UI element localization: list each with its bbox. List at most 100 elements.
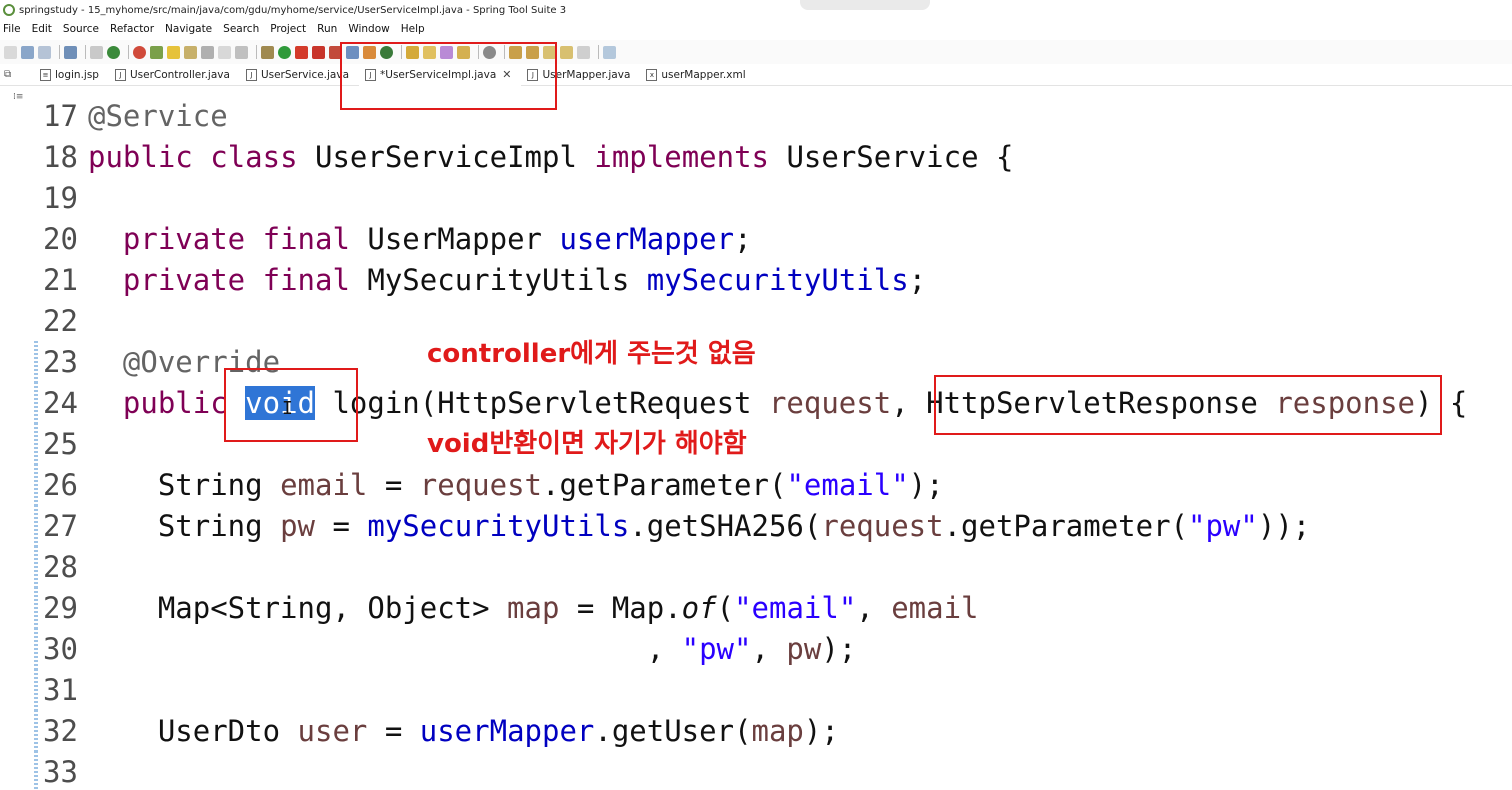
ant-icon[interactable] [235,45,248,59]
string-token: "pw" [1188,508,1258,543]
field-token: mySecurityUtils [646,262,909,297]
method-token: login(HttpServletRequest [332,385,752,420]
code-line: 31 [34,668,1512,714]
keyword-token: private [122,262,246,297]
tab-login-jsp[interactable]: ≡ login.jsp [34,64,109,86]
line-number: 23 [34,340,88,386]
variable-token: user [297,713,368,748]
code-line: 21 private final MySecurityUtils mySecur… [34,259,1512,300]
line-number: 32 [34,709,88,755]
window-title: springstudy - 15_myhome/src/main/java/co… [19,4,567,16]
line-number: 31 [34,668,88,714]
line-number: 17 [43,98,78,133]
toggle-mark-icon[interactable] [184,45,197,59]
line-number: 22 [43,303,78,338]
editor-tab-bar: ⧉ ≡ login.jsp J UserController.java J Us… [0,63,1512,86]
code-line: 19 [34,177,1512,218]
new-icon[interactable] [4,45,17,59]
line-number: 33 [34,750,88,790]
menu-project[interactable]: Project [270,23,306,35]
keyword-token: class [210,139,298,174]
code-line: 30 , "pw", pw); [34,627,1512,673]
menu-help[interactable]: Help [401,23,425,35]
tab-usercontroller-java[interactable]: J UserController.java [109,64,240,86]
line-number: 26 [34,463,88,509]
run-icon[interactable] [278,45,291,59]
line-number: 19 [43,180,78,215]
type-token: UserDto [157,713,281,748]
external-tools-icon[interactable] [295,45,308,59]
menu-search[interactable]: Search [223,23,259,35]
static-method-token: of [681,590,717,625]
variable-token: map [751,713,804,748]
debug-icon[interactable] [261,45,274,59]
code-line: 32 UserDto user = userMapper .getUser(map… [34,709,1512,755]
code-line: 26 String email = request .getParameter("… [34,463,1512,509]
edit-icon[interactable] [167,45,180,59]
block-selection-icon[interactable] [201,45,214,59]
open-type-icon[interactable] [150,45,163,59]
text-cursor-icon: I [282,398,293,419]
left-trim: ⁞≡ [0,86,34,790]
keyword-token: public [88,139,193,174]
refresh-icon[interactable] [133,45,146,59]
line-number: 29 [34,586,88,632]
type-token: UserMapper [367,221,542,256]
server-icon[interactable] [312,45,325,59]
line-number: 20 [43,221,78,256]
code-line: 29 Map<String, Object> map = Map. of("ema… [34,586,1512,632]
back-icon[interactable] [560,45,573,59]
variable-token: pw [280,508,315,543]
tab-label: UserController.java [129,68,230,81]
type-token: Map<String, Object> [157,590,490,625]
string-token: "email" [786,467,909,502]
tab-label: UserService.java [260,68,350,81]
type-token: String [157,508,263,543]
menu-source[interactable]: Source [63,23,99,35]
keyword-token: implements [594,139,769,174]
code-line: 18 public class UserServiceImpl implemen… [34,136,1512,177]
outline-icon[interactable]: ⁞≡ [13,92,23,102]
menu-window[interactable]: Window [348,23,389,35]
title-bar: springstudy - 15_myhome/src/main/java/co… [0,0,1512,20]
keyword-token: final [262,221,350,256]
menu-file[interactable]: File [3,23,21,35]
save-all-icon[interactable] [38,45,51,59]
code-line: 20 private final UserMapper userMapper; [34,218,1512,259]
minimize-icon[interactable]: ⧉ [4,69,11,80]
jsp-file-icon: ≡ [40,68,51,81]
menu-bar: File Edit Source Refactor Navigate Searc… [0,20,1512,38]
method-token: .getSHA256( [629,508,822,543]
perspective-icon[interactable] [603,45,616,59]
keyword-token: private [122,221,246,256]
java-file-icon: J [114,68,126,81]
tab-usermapper-xml[interactable]: x userMapper.xml [640,64,755,86]
menu-navigate[interactable]: Navigate [165,23,212,35]
menu-run[interactable]: Run [317,23,337,35]
field-token: mySecurityUtils [367,508,630,543]
spring-boot-icon[interactable] [107,45,120,59]
forward-icon[interactable] [577,45,590,59]
code-line: 28 [34,545,1512,591]
line-number: 28 [34,545,88,591]
type-token: MySecurityUtils [367,262,630,297]
method-token: .getUser( [594,713,752,748]
interface-token: UserService { [786,139,1014,174]
variable-token: pw [786,631,822,666]
menu-refactor[interactable]: Refactor [110,23,154,35]
menu-edit[interactable]: Edit [32,23,52,35]
show-whitespace-icon[interactable] [218,45,231,59]
view-menu[interactable]: ⧉ [0,69,34,80]
overlay-tab [800,0,930,10]
method-token: .getParameter( [542,467,787,502]
variable-token: request [419,467,542,502]
toggle-breakpoint-icon[interactable] [90,45,103,59]
keyword-token: public [122,385,228,420]
toolbar [0,40,1512,64]
tab-label: userMapper.xml [661,68,746,81]
terminal-icon[interactable] [64,45,77,59]
highlight-box-response [934,375,1442,435]
spring-tool-suite-icon [3,4,15,16]
save-icon[interactable] [21,45,34,59]
field-token: userMapper [559,221,735,256]
